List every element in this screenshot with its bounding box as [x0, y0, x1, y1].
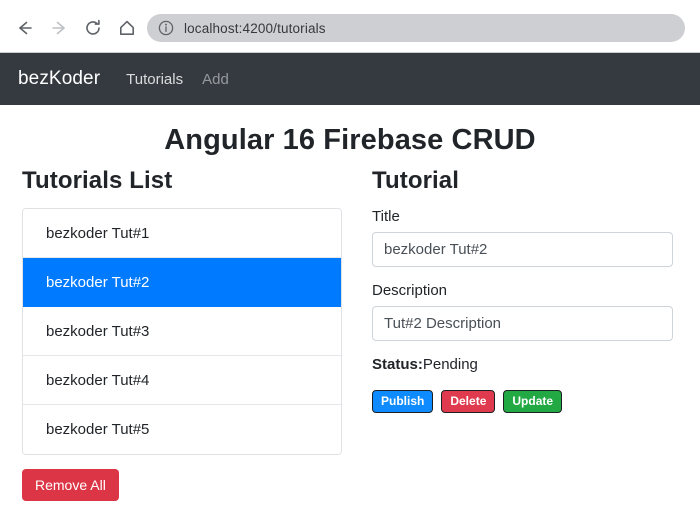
- content-columns: Tutorials List bezkoder Tut#1 bezkoder T…: [0, 167, 700, 501]
- list-item-label: bezkoder Tut#2: [46, 273, 150, 291]
- reload-button[interactable]: [76, 13, 110, 43]
- app-navbar: bezKoder Tutorials Add: [0, 53, 700, 105]
- list-item-label: bezkoder Tut#5: [46, 421, 150, 438]
- list-item[interactable]: bezkoder Tut#5: [23, 405, 341, 454]
- reload-icon: [83, 18, 103, 38]
- status-value: Pending: [422, 356, 478, 373]
- description-input[interactable]: [372, 306, 673, 341]
- title-form-group: Title: [372, 208, 700, 267]
- back-button[interactable]: [8, 13, 42, 43]
- title-label: Title: [372, 208, 400, 225]
- update-button[interactable]: Update: [503, 390, 563, 414]
- tutorial-detail-heading: Tutorial: [372, 167, 460, 194]
- tutorials-list: bezkoder Tut#1 bezkoder Tut#2 bezkoder T…: [22, 208, 342, 455]
- action-buttons: Publish Delete Update: [372, 390, 700, 414]
- browser-nav-buttons: [8, 13, 144, 43]
- status-line: Status:Pending: [372, 356, 700, 373]
- site-info-icon[interactable]: [157, 19, 175, 37]
- title-input[interactable]: [372, 232, 673, 267]
- page-title: Angular 16 Firebase CRUD: [164, 124, 536, 156]
- navbar-brand[interactable]: bezKoder: [18, 68, 100, 90]
- tutorial-detail-panel: Tutorial Title Description Status:Pendin…: [360, 167, 700, 501]
- list-item[interactable]: bezkoder Tut#4: [23, 356, 341, 405]
- list-item[interactable]: bezkoder Tut#1: [23, 209, 341, 258]
- list-item-label: bezkoder Tut#3: [46, 322, 150, 340]
- browser-chrome: localhost:4200/tutorials: [0, 0, 700, 53]
- home-icon: [117, 18, 137, 38]
- publish-button[interactable]: Publish: [372, 390, 434, 414]
- home-button[interactable]: [110, 13, 144, 43]
- address-bar[interactable]: localhost:4200/tutorials: [147, 14, 685, 42]
- nav-link-add[interactable]: Add: [202, 71, 229, 88]
- tutorials-list-panel: Tutorials List bezkoder Tut#1 bezkoder T…: [0, 167, 360, 501]
- remove-all-button[interactable]: Remove All: [22, 469, 119, 501]
- tutorials-list-heading: Tutorials List: [22, 167, 173, 194]
- list-item[interactable]: bezkoder Tut#2: [23, 258, 341, 307]
- url-text: localhost:4200/tutorials: [184, 20, 326, 36]
- nav-link-tutorials[interactable]: Tutorials: [126, 71, 183, 88]
- page-body: Angular 16 Firebase CRUD Tutorials List …: [0, 105, 700, 520]
- description-form-group: Description: [372, 282, 700, 341]
- list-item[interactable]: bezkoder Tut#3: [23, 307, 341, 356]
- list-item-label: bezkoder Tut#4: [46, 371, 150, 389]
- list-item-label: bezkoder Tut#1: [46, 224, 150, 242]
- back-arrow-icon: [15, 18, 35, 38]
- delete-button[interactable]: Delete: [441, 390, 496, 414]
- navbar-links: Tutorials Add: [126, 71, 229, 88]
- forward-button[interactable]: [42, 13, 76, 43]
- description-label: Description: [372, 282, 448, 299]
- status-label: Status:: [372, 356, 423, 373]
- forward-arrow-icon: [49, 18, 69, 38]
